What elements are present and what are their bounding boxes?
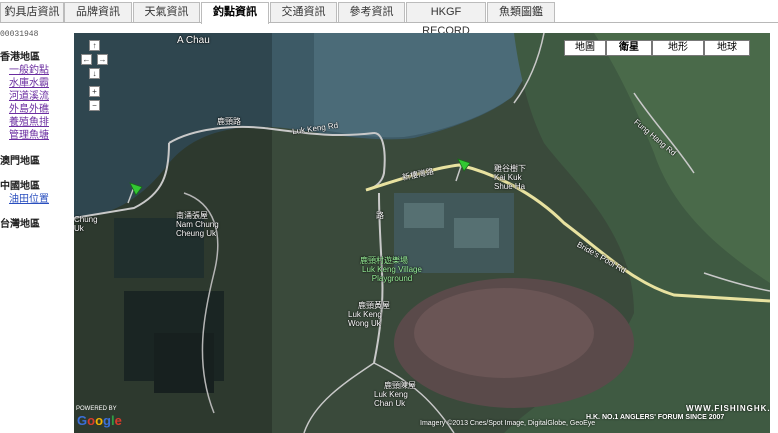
label-chan-uk-cn: 鹿頸陳屋 [384,381,416,390]
pan-down-button[interactable]: ↓ [89,68,100,79]
label-wong-uk-en: Luk Keng Wong Uk [348,310,382,328]
sidebar: 00031948 香港地區 一般釣點 水庫水霸 河道溪流 外島外礁 養殖魚排 管… [0,24,74,433]
label-kai-kuk-en: Kai Kuk Shue Ha [494,173,526,191]
label-wong-uk-cn: 鹿頸黃屋 [358,301,390,310]
tab-fishing-spots[interactable]: 釣點資訊 [201,2,269,24]
label-playground-en: Luk Keng Village Playground [362,265,422,283]
label-playground-cn: 鹿頸村遊樂場 [360,256,408,265]
label-kong-road: 路 [376,211,384,220]
tab-transport[interactable]: 交通資訊 [270,2,337,22]
google-logo-letter: e [114,413,122,428]
map-type-terrain[interactable]: 地形 [652,40,704,56]
label-nam-chung-en: Nam Chung Cheung Uk [176,220,219,238]
label-kai-kuk-cn: 雞谷樹下 [494,164,526,173]
pan-right-button[interactable]: → [97,54,108,65]
tab-tackle-shops[interactable]: 釣具店資訊 [0,2,64,22]
map-type-map[interactable]: 地圖 [564,40,606,56]
pan-left-button[interactable]: ← [81,54,92,65]
fishing-spot-pin-icon[interactable] [452,157,472,183]
visitor-counter: 00031948 [0,30,39,39]
label-chung-uk: Chung Uk [74,215,98,233]
top-tab-bar: 釣具店資訊 品牌資訊 天氣資訊 釣點資訊 交通資訊 參考資訊 HKGF RECO… [0,0,778,37]
map-attribution: Imagery ©2013 Cnes/Spot Image, DigitalGl… [420,420,596,427]
zoom-out-button[interactable]: − [89,100,100,111]
map-type-earth[interactable]: 地球 [704,40,750,56]
zoom-in-button[interactable]: + [89,86,100,97]
label-chan-uk-en: Luk Keng Chan Uk [374,390,408,408]
map-type-satellite[interactable]: 衛星 [606,40,652,56]
google-logo[interactable]: Google [77,413,122,428]
tab-brands[interactable]: 品牌資訊 [64,2,132,22]
tab-weather[interactable]: 天氣資訊 [133,2,200,22]
tab-hkgf-record[interactable]: HKGF RECORD [406,2,486,37]
pan-up-button[interactable]: ↑ [89,40,100,51]
sidebar-link-managed-ponds[interactable]: 管理魚塘 [9,126,49,141]
region-macau: 澳門地區 [0,156,40,167]
region-taiwan: 台灣地區 [0,219,40,230]
google-logo-letter: g [103,413,111,428]
watermark-site: WWW.FISHINGHK.COM [686,404,770,413]
google-logo-letter: G [77,413,88,428]
satellite-map[interactable]: 地圖 衛星 地形 地球 ↑ ← → ↓ + − A Chau 鹿頸路 Luk K… [74,33,770,433]
label-nam-chung-cn: 南涌張屋 [176,211,208,220]
tab-reference[interactable]: 參考資訊 [338,2,405,22]
powered-by-label: POWERED BY [76,406,117,412]
label-a-chau: A Chau [177,35,210,46]
google-logo-letter: o [95,413,104,428]
sidebar-link-oil-fields[interactable]: 油田位置 [9,190,49,205]
tab-fish-guide[interactable]: 魚類圖鑑 [487,2,555,22]
watermark-slogan: H.K. NO.1 ANGLERS' FORUM SINCE 2007 [586,414,725,421]
google-logo-letter: o [87,413,96,428]
fishing-spot-pin-icon[interactable] [124,181,144,205]
label-luk-keng-rd-cn: 鹿頸路 [217,117,241,126]
